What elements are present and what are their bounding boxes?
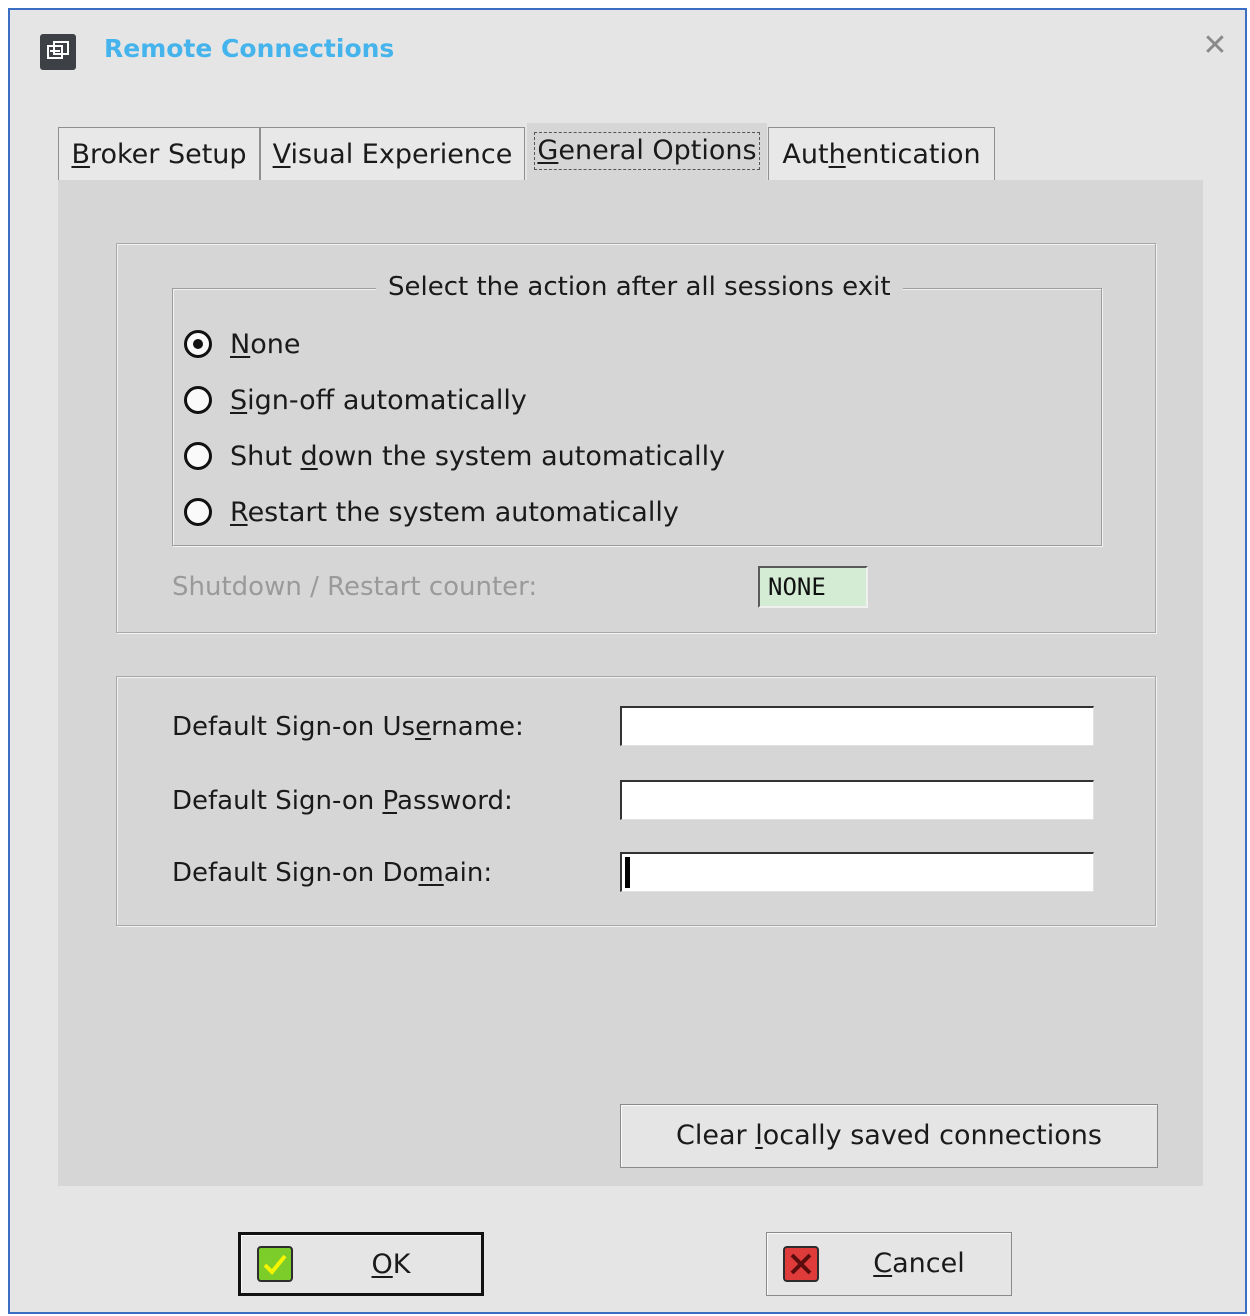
radio-label-sign-off: Sign-off automatically — [230, 384, 527, 416]
tab-authentication[interactable]: Authentication — [768, 127, 995, 183]
domain-input[interactable] — [620, 852, 1094, 892]
counter-field: NONE — [758, 566, 868, 608]
radio-label-none: None — [230, 328, 301, 360]
cancel-x-icon — [783, 1246, 819, 1282]
clear-saved-connections-button[interactable]: Clear locally saved connections — [620, 1104, 1158, 1168]
radio-none[interactable]: None — [184, 324, 300, 364]
remote-connections-window: Remote Connections ✕ Broker Setup Visual… — [8, 8, 1247, 1314]
radio-shut-down[interactable]: Shut down the system automatically — [184, 436, 725, 476]
username-input[interactable] — [620, 706, 1094, 746]
username-label: Default Sign-on Username: — [172, 712, 524, 742]
title-bar: Remote Connections ✕ — [10, 10, 1245, 90]
tab-label: Authentication — [782, 139, 981, 170]
clear-button-label: Clear locally saved connections — [676, 1120, 1102, 1151]
tab-visual-experience[interactable]: Visual Experience — [260, 127, 525, 183]
cancel-button[interactable]: Cancel — [766, 1232, 1012, 1296]
password-label: Default Sign-on Password: — [172, 786, 513, 816]
domain-label: Default Sign-on Domain: — [172, 858, 493, 888]
radio-unchecked-icon[interactable] — [184, 442, 212, 470]
tab-label: General Options — [534, 132, 760, 170]
tab-label: Broker Setup — [71, 139, 247, 170]
ok-button[interactable]: OK — [238, 1232, 484, 1296]
radio-unchecked-icon[interactable] — [184, 498, 212, 526]
window-title: Remote Connections — [104, 34, 395, 63]
text-caret — [625, 857, 630, 888]
counter-label: Shutdown / Restart counter: — [172, 572, 538, 602]
password-input[interactable] — [620, 780, 1094, 820]
radio-unchecked-icon[interactable] — [184, 386, 212, 414]
tab-label: Visual Experience — [272, 139, 513, 170]
close-icon[interactable]: ✕ — [1201, 31, 1229, 61]
ok-check-icon — [257, 1246, 293, 1282]
radio-restart[interactable]: Restart the system automatically — [184, 492, 679, 532]
radio-label-restart: Restart the system automatically — [230, 496, 679, 528]
tab-general-options[interactable]: General Options — [527, 123, 767, 187]
radio-sign-off[interactable]: Sign-off automatically — [184, 380, 527, 420]
session-exit-legend: Select the action after all sessions exi… — [376, 272, 903, 302]
radio-checked-icon[interactable] — [184, 330, 212, 358]
ok-button-label: OK — [371, 1249, 411, 1280]
remote-connections-app-icon — [40, 34, 76, 70]
radio-label-shut-down: Shut down the system automatically — [230, 440, 726, 472]
tab-broker-setup[interactable]: Broker Setup — [58, 127, 260, 183]
cancel-button-label: Cancel — [873, 1248, 965, 1279]
